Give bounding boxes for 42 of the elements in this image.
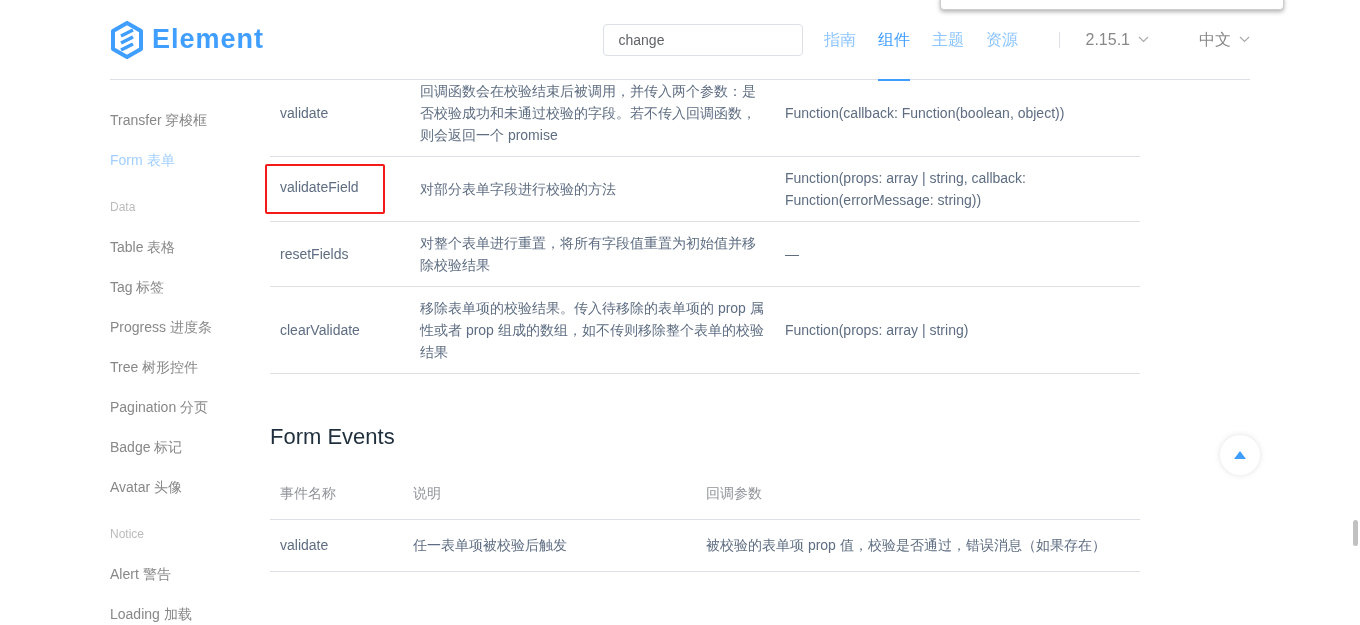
sidebar-item[interactable]: Progress 进度条 [110, 307, 270, 347]
method-params: Function(callback: Function(boolean, object)) [785, 105, 1065, 121]
sidebar-item[interactable]: Tree 树形控件 [110, 347, 270, 387]
back-to-top-button[interactable] [1220, 435, 1260, 475]
column-header: 说明 [413, 485, 441, 502]
method-name: validate [280, 105, 329, 121]
sidebar-group-title: Notice [110, 526, 145, 543]
method-name: clearValidate [280, 322, 360, 338]
method-params: Function(props: array | string) [785, 322, 969, 338]
logo-icon [110, 20, 144, 59]
scrollbar-thumb[interactable] [1353, 520, 1358, 546]
sidebar-item[interactable]: Transfer 穿梭框 [110, 100, 270, 140]
nav-link[interactable]: 组件 [866, 0, 921, 80]
column-header: 事件名称 [280, 485, 336, 502]
caret-up-icon [1234, 451, 1246, 459]
method-name: validateField [265, 164, 385, 214]
sidebar-group-title: Data [110, 199, 137, 216]
method-description: 移除表单项的校验结果。传入待移除的表单项的 prop 属性或者 prop 组成的数组，如不传则移除整个表单的校验结果 [420, 300, 764, 360]
sidebar-item[interactable]: Alert 警告 [110, 554, 270, 594]
table-cell: 被校验的表单项 prop 值，校验是否通过，错误消息（如果存在） [706, 537, 1106, 554]
table-cell: 任一表单项被校验后触发 [413, 537, 567, 554]
sidebar-item[interactable]: Pagination 分页 [110, 387, 270, 427]
column-header: 回调参数 [706, 485, 762, 502]
sidebar-item[interactable]: Tag 标签 [110, 267, 270, 307]
language-label: 中文 [1199, 29, 1231, 50]
method-description: 对整个表单进行重置，将所有字段值重置为初始值并移除校验结果 [420, 235, 756, 273]
sidebar-item[interactable]: Avatar 头像 [110, 467, 270, 507]
sidebar-item[interactable]: Loading 加载 [110, 594, 270, 625]
sidebar-item[interactable]: Table 表格 [110, 227, 270, 267]
method-name: resetFields [280, 246, 349, 262]
sidebar-item[interactable]: Badge 标记 [110, 427, 270, 467]
logo-text[interactable]: Element [152, 19, 265, 60]
method-description: 对部分表单字段进行校验的方法 [420, 181, 616, 197]
section-heading: Form Events [270, 424, 396, 451]
chevron-down-icon [1239, 36, 1250, 43]
method-params: Function(props: array | string, callback: Function(errorMessage: string)) [785, 170, 1026, 208]
version-label: 2.15.1 [1085, 29, 1130, 50]
method-params: — [785, 246, 799, 262]
table-cell: validate [280, 537, 329, 554]
search-field[interactable]: change [602, 23, 803, 56]
chevron-down-icon [1138, 36, 1149, 43]
method-description: 回调函数会在校验结束后被调用，并传入两个参数：是否校验成功和未通过校验的字段。若不传入回调函数，则会返回一个 promise [420, 83, 756, 143]
